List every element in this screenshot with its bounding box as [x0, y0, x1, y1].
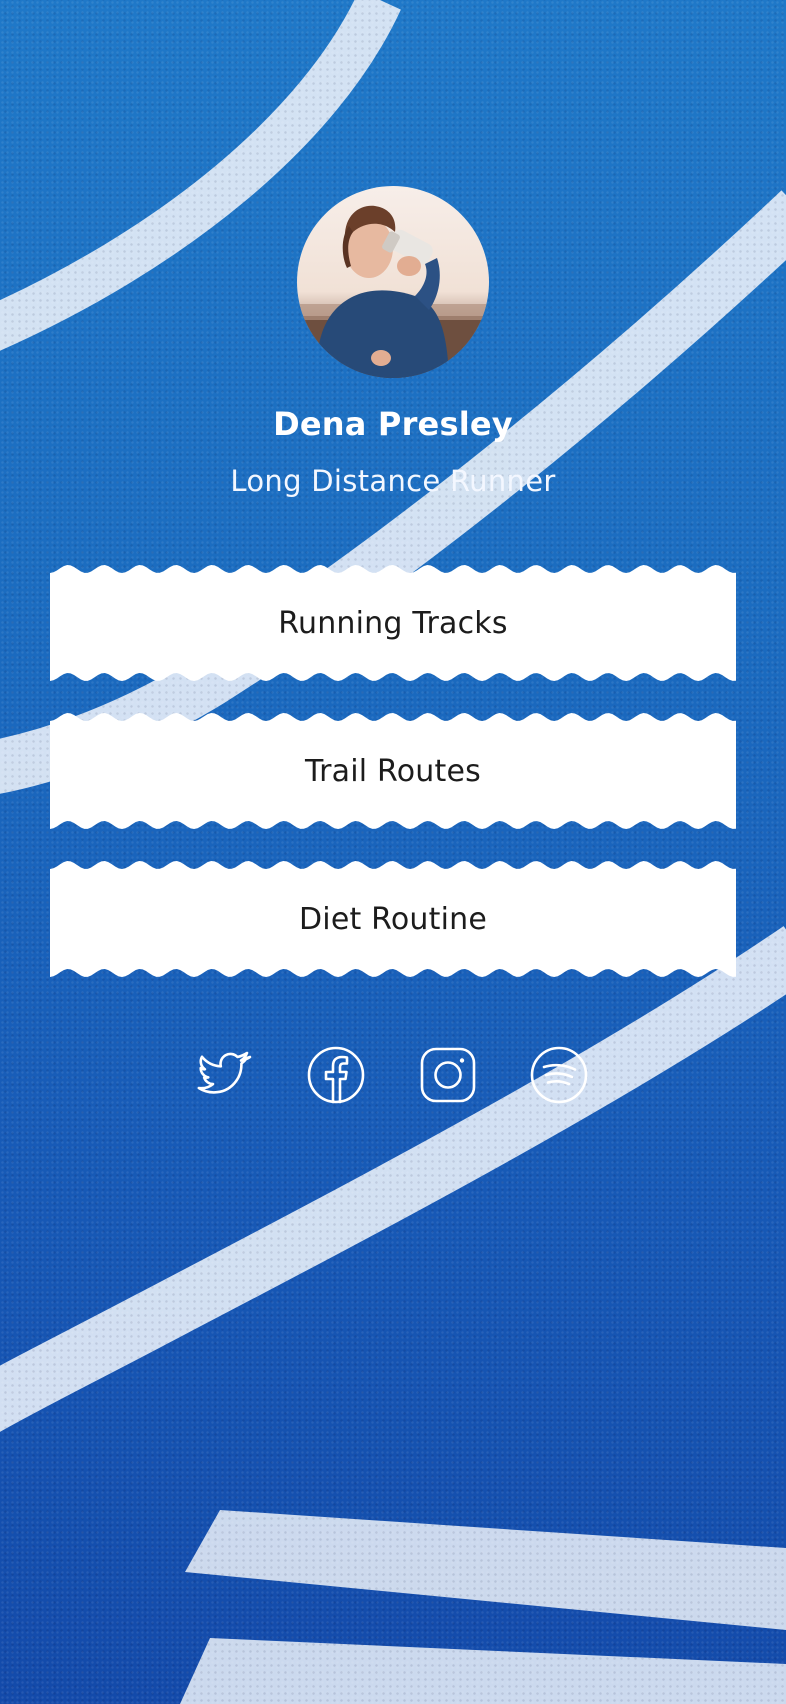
- twitter-icon[interactable]: [195, 1045, 255, 1105]
- social-links: [0, 1045, 786, 1105]
- instagram-icon[interactable]: [418, 1045, 478, 1105]
- profile-subtitle: Long Distance Runner: [230, 464, 556, 498]
- spotify-icon[interactable]: [529, 1045, 589, 1105]
- avatar: [297, 186, 489, 378]
- link-button-diet-routine[interactable]: Diet Routine: [50, 859, 736, 979]
- link-button-label: Running Tracks: [278, 605, 508, 641]
- avatar-photo: [297, 205, 489, 378]
- link-button-trail-routes[interactable]: Trail Routes: [50, 711, 736, 831]
- link-button-running-tracks[interactable]: Running Tracks: [50, 563, 736, 683]
- profile-name: Dena Presley: [273, 405, 513, 443]
- link-button-label: Diet Routine: [298, 901, 488, 937]
- facebook-icon[interactable]: [306, 1045, 366, 1105]
- link-button-label: Trail Routes: [305, 753, 481, 789]
